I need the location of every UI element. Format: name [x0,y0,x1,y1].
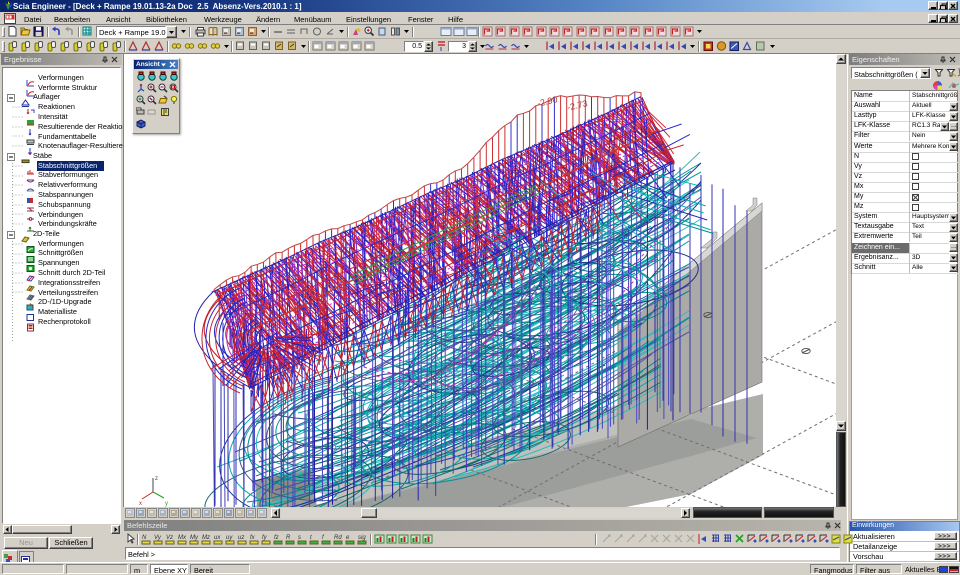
svg-text:fz: fz [274,535,279,541]
svg-text:R: R [286,535,291,541]
svg-text:Vy: Vy [154,535,162,541]
svg-text:t: t [310,535,312,541]
svg-text:uy: uy [226,535,233,541]
svg-text:N: N [142,535,147,541]
svg-text:fy: fy [262,535,268,541]
svg-text:z: z [155,476,158,482]
svg-text:f: f [322,535,325,541]
svg-text:fx: fx [250,535,256,541]
svg-text:Vz: Vz [166,535,173,541]
svg-text:My: My [190,535,199,541]
svg-text:s: s [298,535,301,541]
svg-text:ux: ux [214,535,221,541]
svg-text:Mz: Mz [202,535,210,541]
svg-text:e: e [346,535,350,541]
svg-text:uz: uz [238,535,244,541]
svg-text:-2.90: -2.90 [536,94,558,108]
svg-text:sig: sig [358,535,366,541]
svg-text:Rd: Rd [334,535,342,541]
svg-text:Mx: Mx [178,535,187,541]
